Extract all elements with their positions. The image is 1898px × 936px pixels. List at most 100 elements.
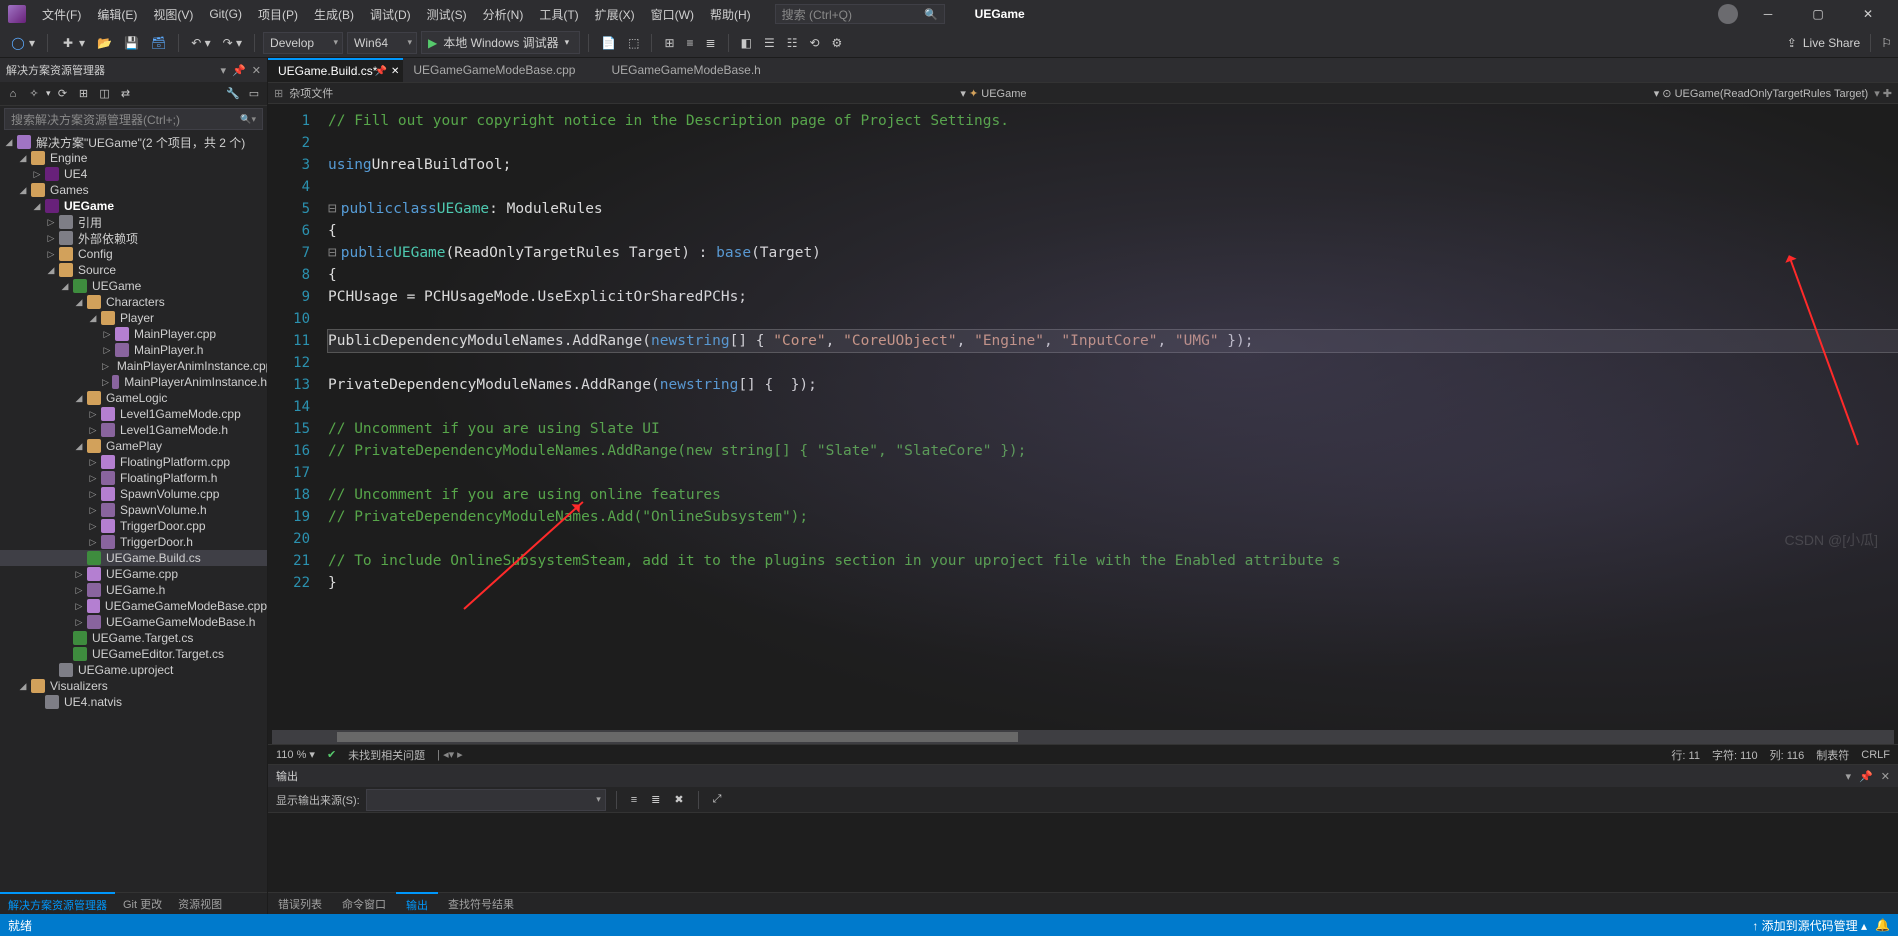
twisty-icon[interactable]: ◢ xyxy=(18,681,28,692)
tree-node-sv_cpp[interactable]: ▷SpawnVolume.cpp xyxy=(0,486,267,502)
tree-node-td_h[interactable]: ▷TriggerDoor.h xyxy=(0,534,267,550)
tree-node-mpa_cpp[interactable]: ▷MainPlayerAnimInstance.cpp xyxy=(0,358,267,374)
new-file-button[interactable]: ✚▾ xyxy=(56,33,89,53)
twisty-icon[interactable]: ▷ xyxy=(102,361,109,372)
out-pin-icon[interactable]: 📌 xyxy=(1859,770,1873,783)
close-icon[interactable]: ✕ xyxy=(391,66,399,77)
config-combo[interactable]: Develop xyxy=(263,32,343,54)
tab-error-list[interactable]: 错误列表 xyxy=(268,893,332,914)
tree-node-l1_cpp[interactable]: ▷Level1GameMode.cpp xyxy=(0,406,267,422)
menu-item[interactable]: 编辑(E) xyxy=(89,3,145,26)
pin-icon[interactable]: 📌 xyxy=(375,66,387,77)
tree-node-mp_h[interactable]: ▷MainPlayer.h xyxy=(0,342,267,358)
tree-node-mpa_h[interactable]: ▷MainPlayerAnimInstance.h xyxy=(0,374,267,390)
tree-node-gamelogic[interactable]: ◢GameLogic xyxy=(0,390,267,406)
tree-node-visualizers[interactable]: ◢Visualizers xyxy=(0,678,267,694)
twisty-icon[interactable]: ◢ xyxy=(60,281,70,292)
tree-node-games[interactable]: ◢Games xyxy=(0,182,267,198)
menu-item[interactable]: 窗口(W) xyxy=(643,3,702,26)
twisty-icon[interactable]: ▷ xyxy=(88,457,98,468)
nav-back-button[interactable]: ◯▾ xyxy=(6,33,39,53)
start-debug-button[interactable]: ▶ 本地 Windows 调试器▾ xyxy=(421,31,580,54)
output-body[interactable] xyxy=(268,813,1898,892)
panel-pin-icon[interactable]: 📌 xyxy=(232,64,246,77)
tree-node-mp_cpp[interactable]: ▷MainPlayer.cpp xyxy=(0,326,267,342)
global-search-input[interactable]: 搜索 (Ctrl+Q) 🔍 xyxy=(775,4,945,24)
save-button[interactable]: 💾 xyxy=(120,34,143,52)
tree-node-external[interactable]: ▷外部依赖项 xyxy=(0,230,267,246)
twisty-icon[interactable]: ▷ xyxy=(46,217,56,228)
code-editor[interactable]: 12345678910111213141516171819202122 // F… xyxy=(268,104,1898,730)
open-button[interactable]: 📂 xyxy=(93,34,116,52)
tree-node-characters[interactable]: ◢Characters xyxy=(0,294,267,310)
twisty-icon[interactable]: ◢ xyxy=(18,185,28,196)
tb-icon-3[interactable]: ⊞ xyxy=(660,34,678,52)
user-avatar[interactable] xyxy=(1718,4,1738,24)
document-tab[interactable]: UEGameGameModeBase.h xyxy=(601,58,786,82)
tree-node-engine[interactable]: ◢Engine xyxy=(0,150,267,166)
out-close-icon[interactable]: ✕ xyxy=(1881,770,1890,783)
crumb-method[interactable]: UEGame(ReadOnlyTargetRules Target) xyxy=(1675,88,1869,100)
solution-tree[interactable]: ◢解决方案"UEGame"(2 个项目，共 2 个)◢Engine▷UE4◢Ga… xyxy=(0,132,267,892)
menu-item[interactable]: 扩展(X) xyxy=(587,3,643,26)
live-share-button[interactable]: ⇪ Live Share ⚐ xyxy=(1787,34,1892,52)
crumb-misc[interactable]: 杂项文件 xyxy=(289,85,333,101)
tree-node-source[interactable]: ◢Source xyxy=(0,262,267,278)
out-btn-1[interactable]: ≡ xyxy=(627,792,641,808)
solution-search-input[interactable]: 搜索解决方案资源管理器(Ctrl+;) 🔍▾ xyxy=(4,108,263,130)
menu-item[interactable]: 项目(P) xyxy=(250,3,306,26)
twisty-icon[interactable]: ▷ xyxy=(88,489,98,500)
output-source-combo[interactable] xyxy=(366,789,606,811)
issues-label[interactable]: 未找到相关问题 xyxy=(348,747,425,763)
tree-node-uegame[interactable]: ◢UEGame xyxy=(0,198,267,214)
twisty-icon[interactable]: ▷ xyxy=(46,233,56,244)
twisty-icon[interactable]: ◢ xyxy=(46,265,56,276)
twisty-icon[interactable]: ▷ xyxy=(46,249,56,260)
twisty-icon[interactable]: ▷ xyxy=(88,537,98,548)
twisty-icon[interactable]: ◢ xyxy=(32,201,42,212)
tab-output[interactable]: 输出 xyxy=(396,892,438,914)
window-minimize-button[interactable]: ─ xyxy=(1748,1,1788,27)
tab-command-window[interactable]: 命令窗口 xyxy=(332,893,396,914)
window-maximize-button[interactable]: ▢ xyxy=(1798,1,1838,27)
tree-node-td_cpp[interactable]: ▷TriggerDoor.cpp xyxy=(0,518,267,534)
tab-solution-explorer[interactable]: 解决方案资源管理器 xyxy=(0,892,115,914)
se-home-icon[interactable]: ⌂ xyxy=(4,85,22,103)
document-tab[interactable]: UEGameGameModeBase.cpp xyxy=(403,58,601,82)
status-notifications-icon[interactable]: 🔔 xyxy=(1875,918,1890,932)
tree-node-natvis[interactable]: UE4.natvis xyxy=(0,694,267,710)
tree-node-src_uegame[interactable]: ◢UEGame xyxy=(0,278,267,294)
twisty-icon[interactable]: ▷ xyxy=(88,425,98,436)
twisty-icon[interactable]: ◢ xyxy=(88,313,98,324)
twisty-icon[interactable]: ▷ xyxy=(74,585,84,596)
tb-icon-2[interactable]: ⬚ xyxy=(624,34,643,52)
twisty-icon[interactable]: ◢ xyxy=(74,441,84,452)
tree-node-config[interactable]: ▷Config xyxy=(0,246,267,262)
menu-item[interactable]: 测试(S) xyxy=(419,3,475,26)
out-btn-3[interactable]: ✖ xyxy=(670,791,687,808)
twisty-icon[interactable]: ▷ xyxy=(102,329,112,340)
twisty-icon[interactable]: ◢ xyxy=(74,393,84,404)
menu-item[interactable]: 工具(T) xyxy=(531,3,586,26)
tree-node-target_cs[interactable]: UEGame.Target.cs xyxy=(0,630,267,646)
tb-icon-7[interactable]: ☰ xyxy=(760,34,779,52)
menu-item[interactable]: 分析(N) xyxy=(475,3,532,26)
tabs-mode[interactable]: 制表符 xyxy=(1816,747,1849,763)
twisty-icon[interactable]: ▷ xyxy=(102,345,112,356)
window-close-button[interactable]: ✕ xyxy=(1848,1,1888,27)
tree-node-uegame_cpp[interactable]: ▷UEGame.cpp xyxy=(0,566,267,582)
line-endings[interactable]: CRLF xyxy=(1861,749,1890,761)
twisty-icon[interactable]: ▷ xyxy=(32,169,42,180)
tree-node-gameplay[interactable]: ◢GamePlay xyxy=(0,438,267,454)
tb-icon-9[interactable]: ⟲ xyxy=(805,34,823,52)
tree-node-player[interactable]: ◢Player xyxy=(0,310,267,326)
twisty-icon[interactable]: ▷ xyxy=(88,505,98,516)
se-icon-4[interactable]: ⊞ xyxy=(75,85,93,103)
se-wrench-icon[interactable]: 🔧 xyxy=(224,85,242,103)
tree-node-build_cs[interactable]: UEGame.Build.cs xyxy=(0,550,267,566)
twisty-icon[interactable]: ▷ xyxy=(88,473,98,484)
code-content[interactable]: // Fill out your copyright notice in the… xyxy=(318,104,1898,730)
se-icon-2[interactable]: ✧ xyxy=(25,85,43,103)
out-btn-2[interactable]: ≣ xyxy=(647,791,664,808)
document-tab[interactable]: UEGame.Build.cs*📌✕ xyxy=(268,58,403,82)
